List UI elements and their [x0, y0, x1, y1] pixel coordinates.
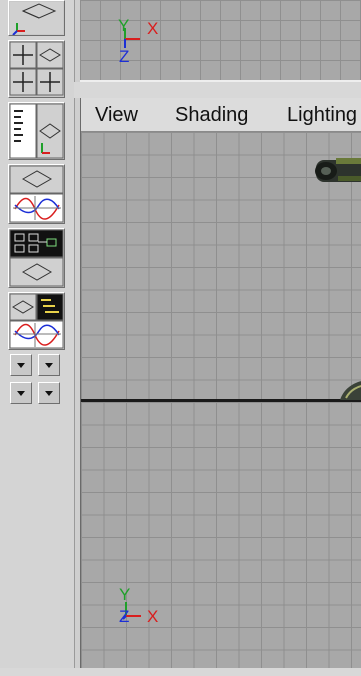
menu-view[interactable]: View — [95, 104, 138, 127]
outliner-perspective-layout-icon — [9, 103, 64, 159]
x-axis-label: X — [147, 19, 158, 38]
panel-menubar: View Shading Lighting — [81, 98, 361, 132]
panel-arrow-icon — [45, 363, 53, 368]
quick-layout-toolbar — [0, 0, 75, 676]
hypershade-perspective-layout-button[interactable] — [8, 228, 65, 288]
ground-horizon-line — [81, 399, 361, 402]
four-view-layout-button[interactable] — [8, 40, 65, 98]
bottom-border — [0, 668, 361, 676]
panel-arrow-icon — [17, 363, 25, 368]
panel-arrow-icon — [45, 391, 53, 396]
outliner-perspective-graph-layout-icon — [9, 293, 64, 349]
menu-lighting[interactable]: Lighting — [287, 104, 357, 127]
single-perspective-layout-icon — [10, 2, 63, 35]
panel-arrow-button-3[interactable] — [10, 382, 32, 404]
single-perspective-layout-button[interactable] — [8, 0, 65, 36]
model-object-bottom — [340, 381, 361, 400]
z-axis-label: Z — [119, 607, 129, 626]
panel-arrow-button-2[interactable] — [38, 354, 60, 376]
hypershade-perspective-layout-icon — [9, 229, 64, 287]
panel-separator[interactable] — [74, 82, 361, 98]
panel-arrow-button-4[interactable] — [38, 382, 60, 404]
outliner-perspective-graph-layout-button[interactable] — [8, 292, 65, 350]
panel-arrow-icon — [17, 391, 25, 396]
view-axis-indicator-perspective: Y X Z — [119, 585, 158, 626]
outliner-perspective-layout-button[interactable] — [8, 102, 65, 160]
menu-shading[interactable]: Shading — [175, 104, 248, 127]
perspective-graph-editor-layout-button[interactable] — [8, 164, 65, 224]
x-axis-label: X — [147, 607, 158, 626]
perspective-viewport[interactable]: View Shading Lighting Y X Z — [80, 98, 361, 668]
panel-arrow-button-1[interactable] — [10, 354, 32, 376]
top-viewport[interactable]: Y X Z — [80, 0, 361, 82]
model-object-top — [315, 158, 361, 182]
viewport-grid[interactable]: Y X Z — [81, 132, 361, 668]
four-view-layout-icon — [9, 41, 64, 96]
y-axis-label: Y — [119, 585, 130, 604]
view-axis-indicator: Y X Z — [118, 16, 158, 66]
y-axis-label: Y — [118, 16, 129, 35]
z-axis-label: Z — [119, 47, 129, 66]
perspective-graph-editor-layout-icon — [9, 165, 64, 223]
